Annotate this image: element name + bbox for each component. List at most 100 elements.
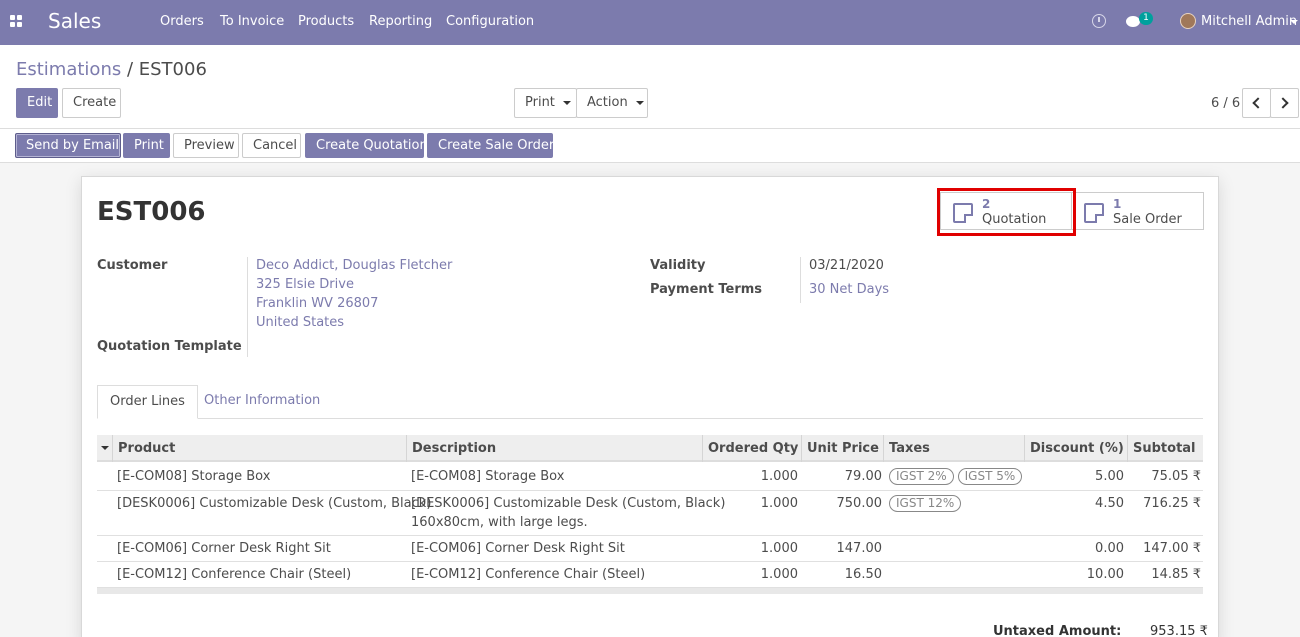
customer-city[interactable]: Franklin WV 26807 <box>256 296 378 311</box>
col-taxes[interactable]: Taxes <box>883 435 1025 462</box>
chat-icon[interactable] <box>1126 16 1140 27</box>
menu-to-invoice[interactable]: To Invoice <box>220 14 284 29</box>
breadcrumb-current: EST006 <box>138 59 207 80</box>
chevron-down-icon <box>563 100 572 105</box>
row-product: [E-COM12] Conference Chair (Steel) <box>117 567 352 582</box>
user-avatar[interactable] <box>1180 13 1196 29</box>
row-discount: 4.50 <box>1095 496 1124 511</box>
row-description-extra: 160x80cm, with large legs. <box>411 515 588 530</box>
user-name[interactable]: Mitchell Admin <box>1201 14 1297 29</box>
status-bar: Send by Email Print Preview Cancel Creat… <box>0 129 1300 163</box>
breadcrumb-estimations[interactable]: Estimations <box>16 59 121 80</box>
pager-next-button[interactable] <box>1270 88 1299 118</box>
row-subtotal: 716.25 ₹ <box>1143 496 1201 511</box>
row-price: 147.00 <box>836 541 883 556</box>
preview-button[interactable]: Preview <box>173 133 239 158</box>
chevron-down-icon[interactable] <box>1290 20 1298 24</box>
col-product[interactable]: Product <box>112 435 407 462</box>
sale-order-smart-button[interactable]: 1 Sale Order <box>1071 192 1204 230</box>
tab-other-information[interactable]: Other Information <box>192 385 332 419</box>
col-subtotal[interactable]: Subtotal <box>1127 435 1203 462</box>
print-dropdown-label: Print <box>525 95 555 110</box>
validity-value[interactable]: 03/21/2020 <box>809 258 884 273</box>
print-dropdown[interactable]: Print <box>514 88 577 118</box>
col-description[interactable]: Description <box>406 435 702 462</box>
row-product: [E-COM06] Corner Desk Right Sit <box>117 541 331 556</box>
row-product: [DESK0006] Customizable Desk (Custom, Bl… <box>117 496 432 511</box>
pager-previous-button[interactable] <box>1242 88 1271 118</box>
row-subtotal: 147.00 ₹ <box>1143 541 1201 556</box>
row-discount: 5.00 <box>1095 469 1124 484</box>
highlight-box <box>937 188 1076 236</box>
row-price: 16.50 <box>844 567 882 582</box>
untaxed-amount-value: 953.15 ₹ <box>1150 624 1208 637</box>
tax-tag: IGST 5% <box>957 468 1023 485</box>
activity-clock-icon[interactable] <box>1092 14 1106 28</box>
table-row[interactable]: [E-COM06] Corner Desk Right Sit [E-COM06… <box>97 536 1203 562</box>
row-taxes: IGST 12% <box>889 494 965 513</box>
row-taxes: IGST 2% IGST 5% <box>889 467 1026 486</box>
apps-menu-icon[interactable] <box>10 15 24 29</box>
action-dropdown[interactable]: Action <box>576 88 648 118</box>
menu-configuration[interactable]: Configuration <box>446 14 534 29</box>
pager-value[interactable]: 6 / 6 <box>1211 96 1240 111</box>
row-discount: 10.00 <box>1086 567 1124 582</box>
table-row[interactable]: [DESK0006] Customizable Desk (Custom, Bl… <box>97 491 1203 536</box>
edit-button[interactable]: Edit <box>16 88 58 118</box>
row-price: 750.00 <box>836 496 883 511</box>
customer-label: Customer <box>97 258 168 273</box>
tax-tag: IGST 2% <box>889 468 954 485</box>
tax-tag: IGST 12% <box>889 495 962 512</box>
menu-orders[interactable]: Orders <box>160 14 204 29</box>
row-description: [DESK0006] Customizable Desk (Custom, Bl… <box>411 496 726 511</box>
row-description: [E-COM06] Corner Desk Right Sit <box>411 541 625 556</box>
action-dropdown-label: Action <box>587 95 628 110</box>
payment-terms-label: Payment Terms <box>650 282 763 297</box>
field-separator <box>247 257 248 357</box>
create-quotation-button[interactable]: Create Quotation <box>305 133 428 158</box>
chevron-right-icon <box>1277 97 1289 109</box>
col-discount[interactable]: Discount (%) <box>1024 435 1128 462</box>
row-qty: 1.000 <box>760 567 798 582</box>
col-ordered-qty[interactable]: Ordered Qty <box>702 435 802 462</box>
control-panel: Estimations / EST006 Edit Create Print A… <box>0 45 1300 129</box>
table-row[interactable]: [E-COM08] Storage Box [E-COM08] Storage … <box>97 464 1203 491</box>
order-lines-header: Product Description Ordered Qty Unit Pri… <box>97 435 1203 462</box>
document-icon <box>1084 203 1104 223</box>
field-separator <box>800 257 801 303</box>
record-title: EST006 <box>97 197 206 227</box>
payment-terms-value[interactable]: 30 Net Days <box>809 282 889 297</box>
row-qty: 1.000 <box>760 541 798 556</box>
row-description: [E-COM08] Storage Box <box>411 469 565 484</box>
table-row[interactable]: [E-COM12] Conference Chair (Steel) [E-CO… <box>97 562 1203 588</box>
row-subtotal: 75.05 ₹ <box>1151 469 1201 484</box>
tab-order-lines[interactable]: Order Lines <box>97 385 198 419</box>
chevron-left-icon <box>1252 97 1264 109</box>
breadcrumb: Estimations / EST006 <box>16 59 207 80</box>
menu-reporting[interactable]: Reporting <box>369 14 432 29</box>
app-name: Sales <box>48 9 102 33</box>
customer-street[interactable]: 325 Elsie Drive <box>256 277 354 292</box>
row-discount: 0.00 <box>1095 541 1124 556</box>
cancel-button[interactable]: Cancel <box>242 133 301 158</box>
row-product: [E-COM08] Storage Box <box>117 469 271 484</box>
untaxed-amount-label: Untaxed Amount: <box>993 624 1122 637</box>
print-button[interactable]: Print <box>123 133 170 158</box>
sort-caret-icon[interactable] <box>101 446 109 450</box>
row-description: [E-COM12] Conference Chair (Steel) <box>411 567 646 582</box>
send-by-email-button[interactable]: Send by Email <box>15 133 121 158</box>
quotation-template-label: Quotation Template <box>97 339 242 354</box>
customer-country[interactable]: United States <box>256 315 344 330</box>
sale-order-label: Sale Order <box>1113 212 1182 227</box>
create-button[interactable]: Create <box>62 88 121 118</box>
row-qty: 1.000 <box>760 496 798 511</box>
table-footer <box>97 588 1203 594</box>
validity-label: Validity <box>650 258 706 273</box>
customer-name[interactable]: Deco Addict, Douglas Fletcher <box>256 258 452 273</box>
col-unit-price[interactable]: Unit Price <box>801 435 885 462</box>
row-qty: 1.000 <box>760 469 798 484</box>
menu-products[interactable]: Products <box>298 14 354 29</box>
row-subtotal: 14.85 ₹ <box>1151 567 1201 582</box>
create-sale-order-button[interactable]: Create Sale Order <box>427 133 554 158</box>
sale-order-count: 1 <box>1113 197 1122 211</box>
